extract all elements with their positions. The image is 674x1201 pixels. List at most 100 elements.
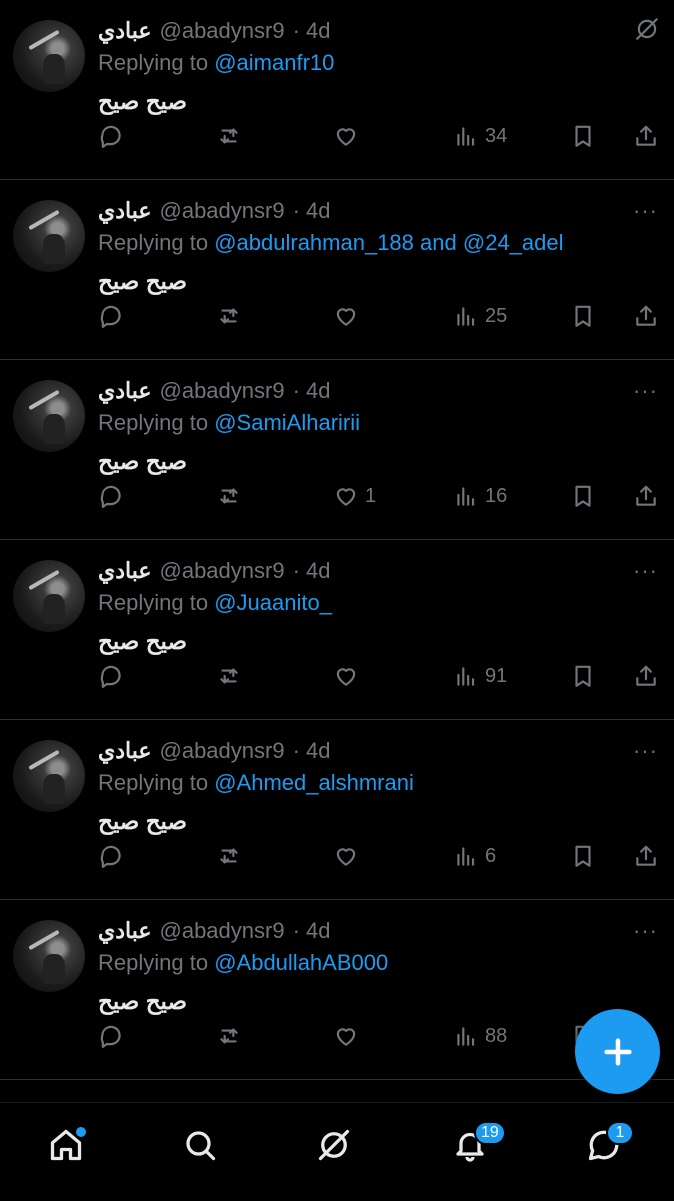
share-button[interactable] <box>633 658 659 694</box>
more-options-button[interactable]: ··· <box>633 738 658 764</box>
mention-link[interactable]: @abdulrahman_188 <box>214 230 414 255</box>
retweet-button[interactable] <box>216 118 242 154</box>
replying-to: Replying to @abdulrahman_188 and @24_ade… <box>98 230 564 256</box>
mention-link[interactable]: @AbdullahAB000 <box>214 950 388 975</box>
timestamp[interactable]: · 4d <box>293 378 331 404</box>
like-button[interactable] <box>333 838 365 874</box>
retweet-button[interactable] <box>216 838 242 874</box>
avatar[interactable] <box>13 380 85 452</box>
tweet[interactable]: عبادي @abadynsr9 · 4d ··· Replying to @J… <box>0 540 674 720</box>
mention-link[interactable]: @SamiAlharirii <box>214 410 360 435</box>
bookmark-button[interactable] <box>570 298 596 334</box>
avatar[interactable] <box>13 20 85 92</box>
more-icon: ··· <box>633 558 658 583</box>
timestamp[interactable]: · 4d <box>293 738 331 764</box>
share-button[interactable] <box>633 298 659 334</box>
bookmark-button[interactable] <box>570 118 596 154</box>
retweet-button[interactable] <box>216 658 242 694</box>
tweet[interactable]: عبادي @abadynsr9 · 4d Replying to @aiman… <box>0 0 674 180</box>
view-count: 25 <box>485 304 508 327</box>
nav-messages[interactable]: 1 <box>586 1121 634 1167</box>
tweet[interactable]: عبادي @abadynsr9 · 4d ··· Replying to @S… <box>0 360 674 540</box>
grok-button[interactable] <box>634 16 660 42</box>
view-count: 34 <box>485 124 508 147</box>
views-button[interactable]: 16 <box>453 478 507 514</box>
views-button[interactable]: 25 <box>453 298 507 334</box>
avatar[interactable] <box>13 560 85 632</box>
retweet-icon <box>220 1028 238 1044</box>
bookmark-button[interactable] <box>570 658 596 694</box>
display-name[interactable]: عبادي <box>98 378 152 404</box>
reply-button[interactable] <box>98 478 124 514</box>
user-handle[interactable]: @abadynsr9 <box>160 18 285 44</box>
share-button[interactable] <box>633 838 659 874</box>
more-options-button[interactable]: ··· <box>633 918 658 944</box>
retweet-icon <box>220 668 238 684</box>
mention-link[interactable]: @24_adel <box>463 230 564 255</box>
nav-grok[interactable] <box>316 1127 356 1167</box>
mention-link[interactable]: @Ahmed_alshmrani <box>214 770 414 795</box>
mention-link[interactable]: @aimanfr10 <box>214 50 334 75</box>
timestamp[interactable]: · 4d <box>293 918 331 944</box>
retweet-icon <box>220 488 238 504</box>
reply-button[interactable] <box>98 1018 124 1054</box>
tweet[interactable]: عبادي @abadynsr9 · 4d ··· Replying to @A… <box>0 900 674 1080</box>
views-button[interactable]: 88 <box>453 1018 507 1054</box>
like-button[interactable] <box>333 658 365 694</box>
retweet-button[interactable] <box>216 478 242 514</box>
avatar[interactable] <box>13 920 85 992</box>
share-button[interactable] <box>633 118 659 154</box>
more-options-button[interactable]: ··· <box>633 198 658 224</box>
nav-search[interactable] <box>182 1127 222 1167</box>
views-button[interactable]: 34 <box>453 118 507 154</box>
user-handle[interactable]: @abadynsr9 <box>160 738 285 764</box>
display-name[interactable]: عبادي <box>98 918 152 944</box>
share-button[interactable] <box>633 478 659 514</box>
view-count: 91 <box>485 664 508 687</box>
more-options-button[interactable]: ··· <box>633 378 658 404</box>
like-button[interactable]: 1 <box>333 478 376 514</box>
user-handle[interactable]: @abadynsr9 <box>160 918 285 944</box>
timestamp[interactable]: · 4d <box>293 558 331 584</box>
avatar[interactable] <box>13 200 85 272</box>
mention-link[interactable]: @Juaanito_ <box>214 590 332 615</box>
tweet-actions: 34 <box>98 118 660 154</box>
more-options-button[interactable]: ··· <box>633 558 658 584</box>
reply-button[interactable] <box>98 658 124 694</box>
retweet-button[interactable] <box>216 1018 242 1054</box>
avatar[interactable] <box>13 740 85 812</box>
tweet-text: صيح صيح <box>98 448 188 474</box>
user-handle[interactable]: @abadynsr9 <box>160 558 285 584</box>
tweet[interactable]: عبادي @abadynsr9 · 4d ··· Replying to @a… <box>0 180 674 360</box>
bookmark-button[interactable] <box>570 838 596 874</box>
reply-button[interactable] <box>98 838 124 874</box>
notifications-badge: 19 <box>474 1121 506 1145</box>
views-button[interactable]: 91 <box>453 658 507 694</box>
user-handle[interactable]: @abadynsr9 <box>160 378 285 404</box>
views-button[interactable]: 6 <box>453 838 496 874</box>
timestamp[interactable]: · 4d <box>293 18 331 44</box>
reply-button[interactable] <box>98 298 124 334</box>
replying-prefix: Replying to <box>98 950 209 975</box>
nav-home[interactable] <box>48 1125 88 1167</box>
user-handle[interactable]: @abadynsr9 <box>160 198 285 224</box>
compose-button[interactable] <box>575 1009 660 1094</box>
nav-notifications[interactable]: 19 <box>452 1121 506 1167</box>
tweet-text: صيح صيح <box>98 268 188 294</box>
bookmark-button[interactable] <box>570 478 596 514</box>
tweet-text: صيح صيح <box>98 808 188 834</box>
bookmark-icon <box>575 665 591 687</box>
timestamp[interactable]: · 4d <box>293 198 331 224</box>
more-icon: ··· <box>633 378 658 403</box>
reply-button[interactable] <box>98 118 124 154</box>
display-name[interactable]: عبادي <box>98 558 152 584</box>
like-button[interactable] <box>333 298 365 334</box>
like-button[interactable] <box>333 1018 365 1054</box>
display-name[interactable]: عبادي <box>98 198 152 224</box>
retweet-button[interactable] <box>216 298 242 334</box>
display-name[interactable]: عبادي <box>98 18 152 44</box>
tweet[interactable]: عبادي @abadynsr9 · 4d ··· Replying to @A… <box>0 720 674 900</box>
like-button[interactable] <box>333 118 365 154</box>
display-name[interactable]: عبادي <box>98 738 152 764</box>
share-icon <box>636 305 656 326</box>
